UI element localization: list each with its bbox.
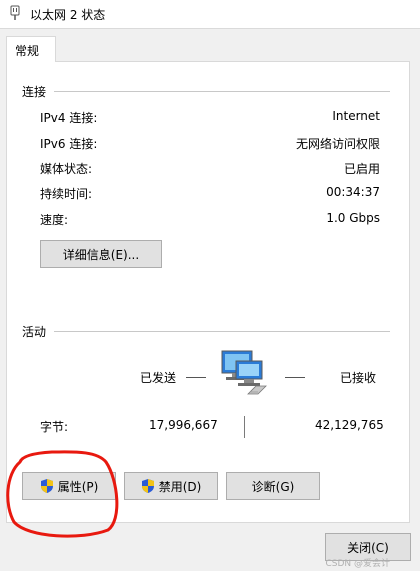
diagnose-button[interactable]: 诊断(G) — [226, 472, 320, 500]
activity-header: 活动 — [22, 325, 47, 339]
network-computers-icon — [221, 350, 267, 395]
uac-shield-icon — [40, 479, 53, 493]
media-state-label: 媒体状态: — [40, 162, 93, 176]
activity-separator — [54, 331, 390, 332]
media-state-value: 已启用 — [343, 162, 380, 176]
ipv4-value: Internet — [332, 109, 380, 123]
speed-value: 1.0 Gbps — [326, 211, 380, 225]
title-bar: 以太网 2 状态 — [0, 0, 420, 29]
received-label: 已接收 — [340, 371, 377, 385]
ipv6-value: 无网络访问权限 — [295, 137, 380, 151]
bytes-label: 字节: — [40, 420, 69, 434]
ipv4-label: IPv4 连接: — [40, 111, 98, 125]
received-dash — [285, 377, 305, 378]
properties-button-label: 属性(P) — [57, 479, 99, 494]
tab-general-label: 常规 — [15, 44, 40, 58]
sent-label: 已发送 — [140, 371, 177, 385]
bytes-sent-value: 17,996,667 — [149, 418, 218, 432]
network-adapter-icon — [10, 5, 20, 20]
close-button-label: 关闭(C) — [347, 540, 389, 555]
sent-dash — [186, 377, 206, 378]
diagnose-button-label: 诊断(G) — [251, 479, 295, 494]
general-panel — [6, 61, 410, 523]
connection-header: 连接 — [22, 85, 47, 99]
ipv6-label: IPv6 连接: — [40, 137, 98, 151]
bytes-received-value: 42,129,765 — [315, 418, 384, 432]
disable-button-label: 禁用(D) — [158, 479, 202, 494]
speed-label: 速度: — [40, 213, 69, 227]
uac-shield-icon — [141, 479, 154, 493]
tab-general[interactable]: 常规 — [6, 36, 56, 62]
watermark: CSDN @爱会计 — [325, 559, 390, 569]
window-title: 以太网 2 状态 — [30, 8, 106, 22]
details-button-label: 详细信息(E)... — [62, 247, 140, 262]
disable-button[interactable]: 禁用(D) — [124, 472, 218, 500]
duration-label: 持续时间: — [40, 187, 93, 201]
properties-button[interactable]: 属性(P) — [22, 472, 116, 500]
details-button[interactable]: 详细信息(E)... — [40, 240, 162, 268]
duration-value: 00:34:37 — [326, 185, 380, 199]
connection-separator — [54, 91, 390, 92]
bytes-divider — [244, 416, 245, 438]
